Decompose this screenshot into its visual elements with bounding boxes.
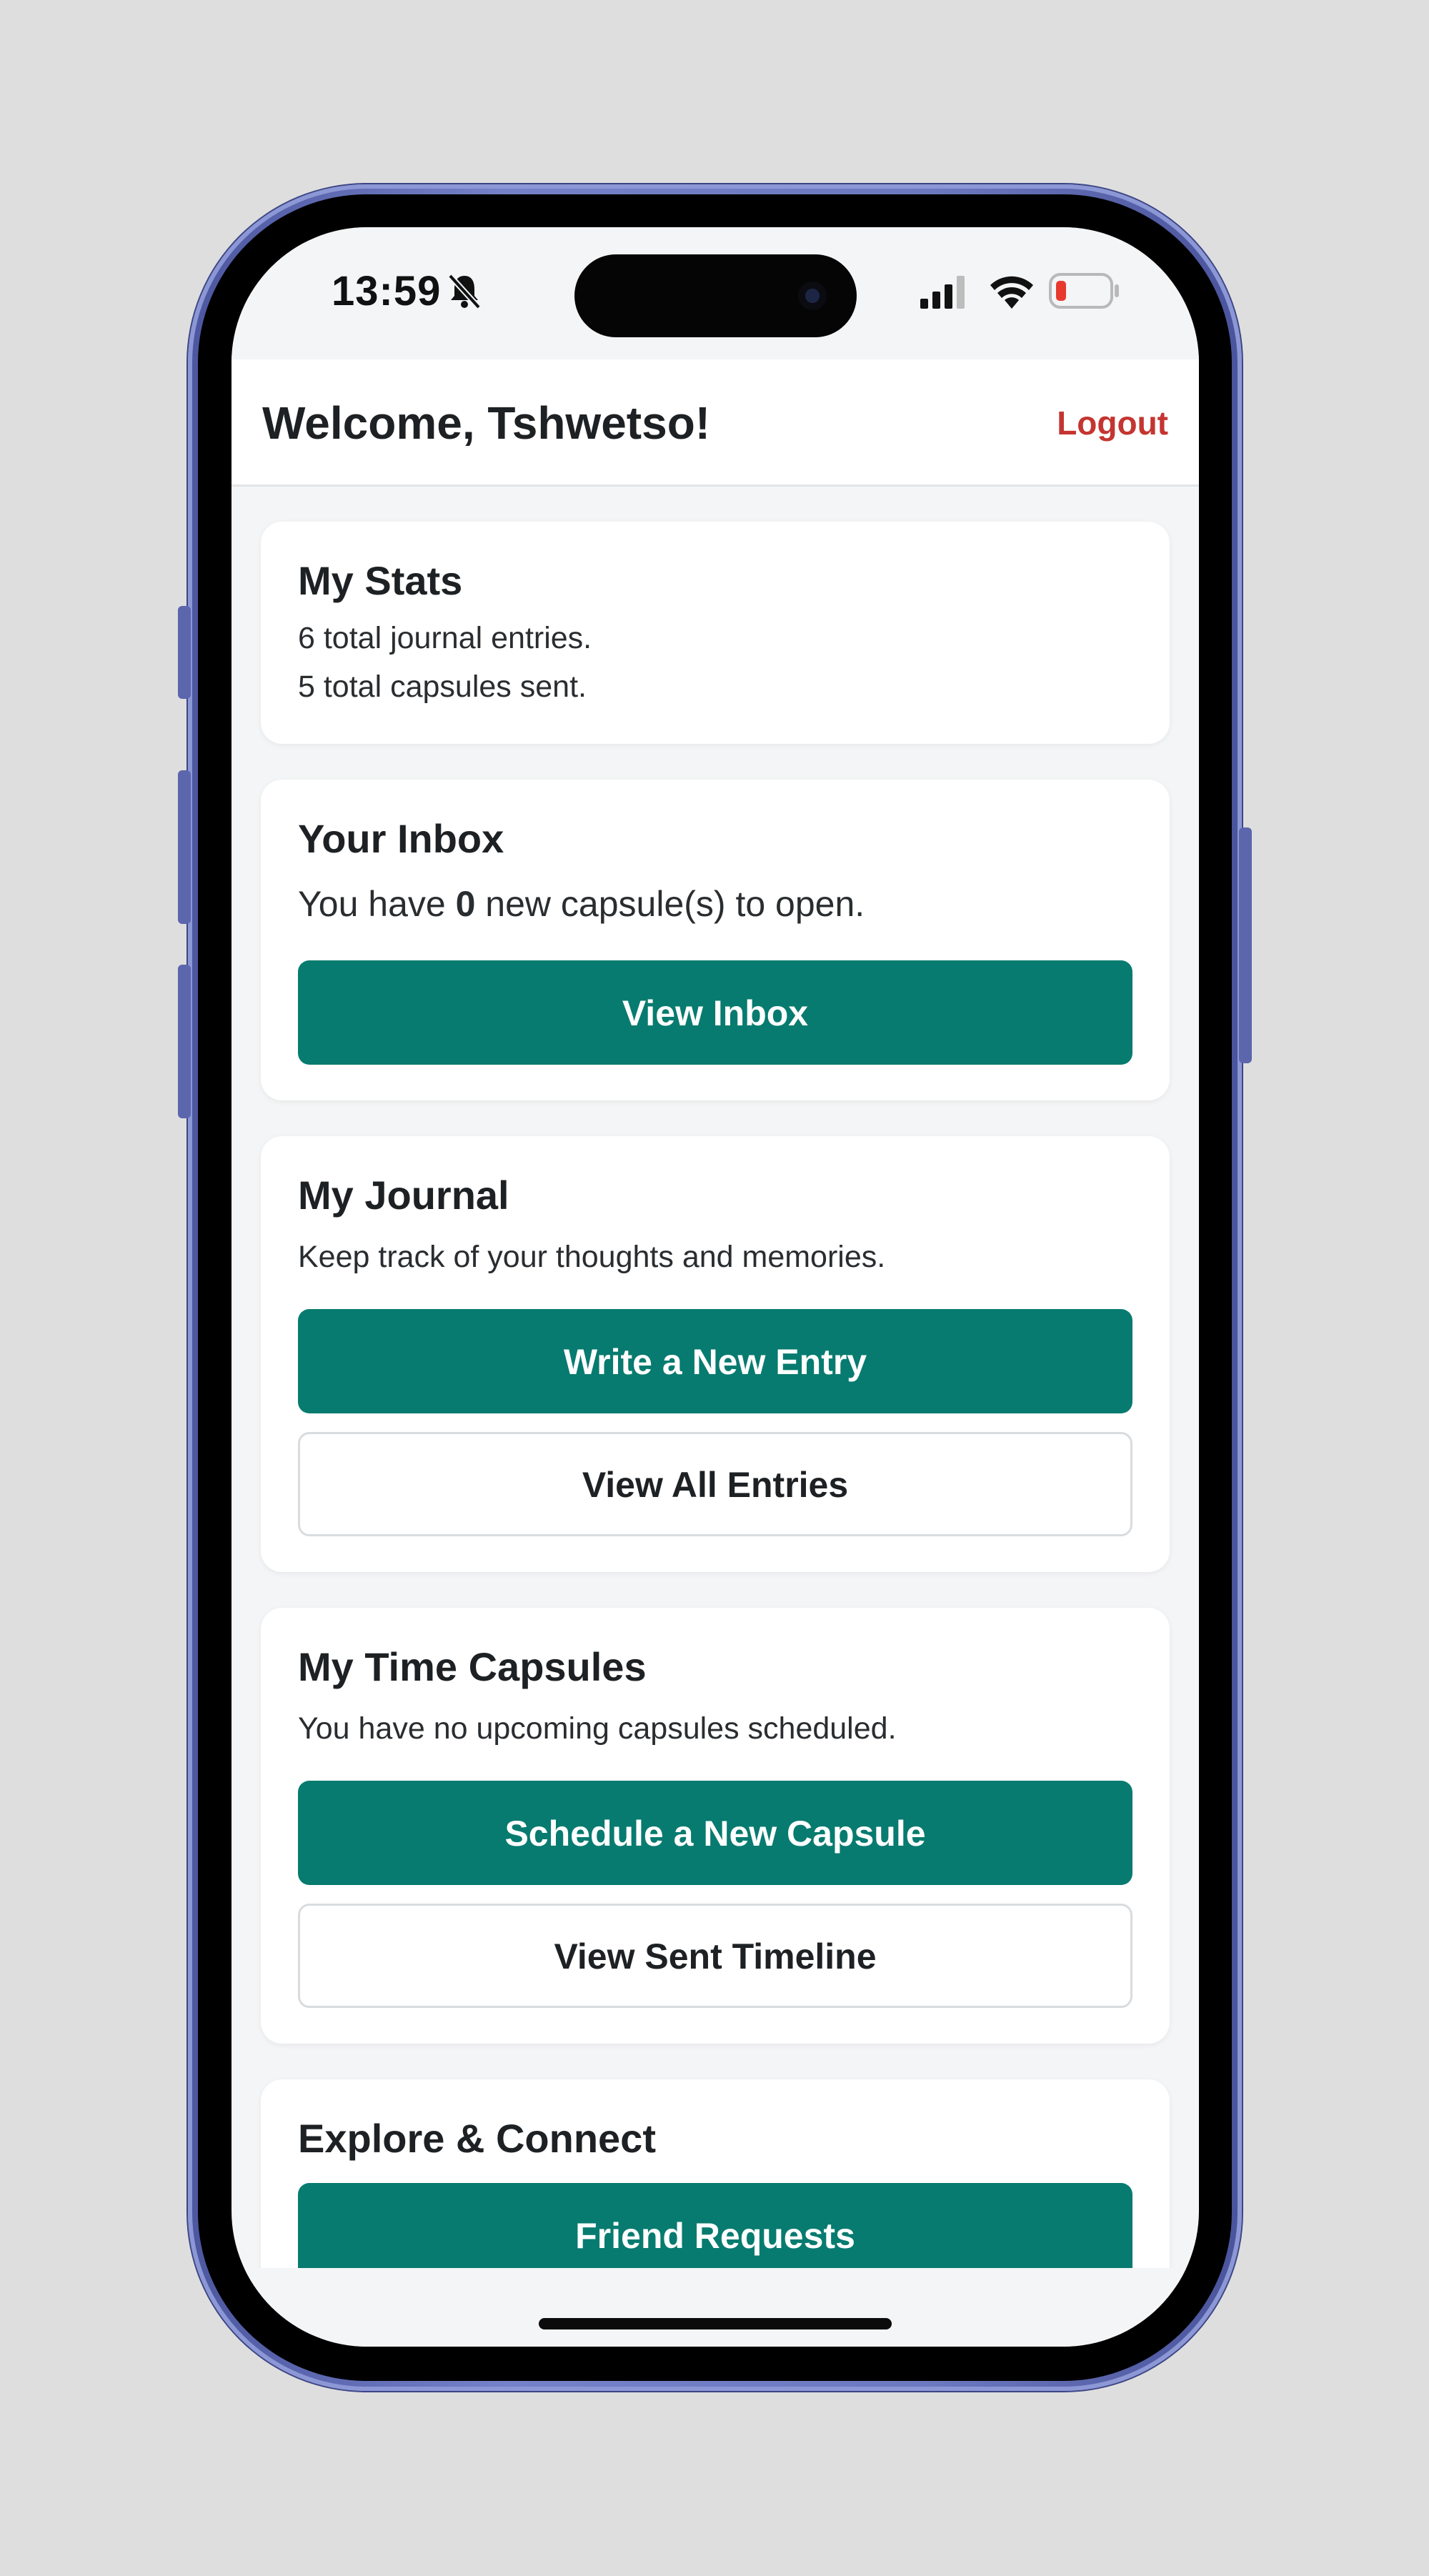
action-button — [178, 606, 191, 699]
view-inbox-button[interactable]: View Inbox — [298, 960, 1132, 1065]
home-indicator[interactable] — [539, 2318, 892, 2329]
app-header: Welcome, Tshwetso! Logout — [231, 359, 1199, 487]
schedule-new-capsule-button[interactable]: Schedule a New Capsule — [298, 1781, 1132, 1885]
inbox-text-after: new capsule(s) to open. — [475, 884, 865, 924]
stats-card: My Stats 6 total journal entries. 5 tota… — [261, 522, 1170, 744]
stats-journal-count: 6 total journal entries. — [298, 621, 592, 655]
power-button — [1239, 827, 1252, 1063]
journal-description: Keep track of your thoughts and memories… — [298, 1240, 886, 1274]
phone-screen: 13:59 Welcome, Tshwetso! Logout My Stats… — [231, 227, 1199, 2347]
capsules-description: You have no upcoming capsules scheduled. — [298, 1711, 897, 1746]
volume-down-button — [178, 965, 191, 1118]
write-new-entry-button[interactable]: Write a New Entry — [298, 1309, 1132, 1413]
inbox-card: Your Inbox You have 0 new capsule(s) to … — [261, 780, 1170, 1100]
wifi-icon — [990, 276, 1033, 309]
view-all-entries-button[interactable]: View All Entries — [298, 1432, 1132, 1536]
volume-up-button — [178, 770, 191, 924]
dashboard-content: My Stats 6 total journal entries. 5 tota… — [261, 522, 1170, 2347]
inbox-title: Your Inbox — [298, 816, 504, 861]
logout-button[interactable]: Logout — [1057, 404, 1168, 442]
journal-title: My Journal — [298, 1173, 509, 1218]
home-bar-area — [231, 2268, 1199, 2347]
page-title: Welcome, Tshwetso! — [262, 397, 711, 449]
explore-title: Explore & Connect — [298, 2116, 656, 2161]
view-sent-timeline-button[interactable]: View Sent Timeline — [298, 1904, 1132, 2008]
bell-muted-icon — [448, 274, 481, 309]
stats-title: My Stats — [298, 558, 463, 603]
journal-card: My Journal Keep track of your thoughts a… — [261, 1136, 1170, 1572]
stats-capsules-count: 5 total capsules sent. — [298, 670, 587, 704]
inbox-new-count: 0 — [455, 884, 476, 924]
inbox-text-before: You have — [298, 884, 456, 924]
battery-low-icon — [1049, 273, 1119, 309]
capsules-card: My Time Capsules You have no upcoming ca… — [261, 1608, 1170, 2044]
signal-icon — [920, 276, 965, 309]
status-bar: 13:59 — [231, 227, 1199, 359]
inbox-message: You have 0 new capsule(s) to open. — [298, 883, 1132, 925]
dynamic-island — [574, 254, 857, 337]
capsules-title: My Time Capsules — [298, 1644, 647, 1689]
front-camera-icon — [798, 282, 827, 310]
status-time: 13:59 — [332, 268, 442, 314]
